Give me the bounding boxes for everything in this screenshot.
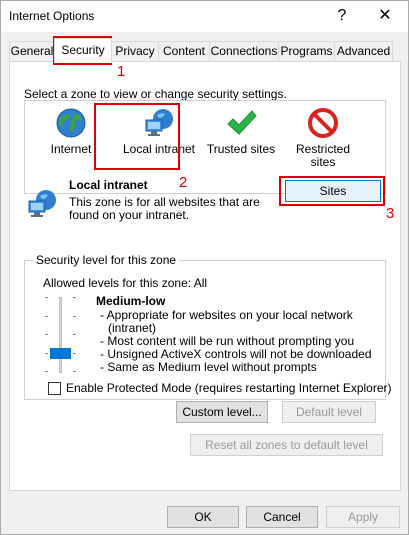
zone-label-internet: Internet: [50, 142, 92, 156]
level-description-line: - Unsigned ActiveX controls will not be …: [100, 347, 372, 361]
slider-tick: [73, 371, 76, 372]
level-description-line: - Same as Medium level without prompts: [100, 360, 317, 374]
protected-mode-label[interactable]: Enable Protected Mode (requires restarti…: [66, 381, 392, 395]
annotation-number: 1: [117, 63, 126, 80]
slider-thumb[interactable]: [50, 348, 71, 359]
slider-tick: [45, 297, 48, 298]
zone-prompt: Select a zone to view or change security…: [24, 87, 287, 101]
tab-connections[interactable]: Connections: [209, 41, 279, 62]
annotation-box-local-intranet: [94, 103, 180, 170]
title-bar: Internet Options ? ✕: [1, 1, 408, 32]
level-description-line: - Appropriate for websites on your local…: [100, 308, 353, 322]
annotation-number: 3: [386, 205, 395, 222]
tab-strip: General Security Privacy Content Connect…: [9, 38, 401, 63]
level-description-line: (intranet): [108, 321, 157, 335]
intranet-icon: [28, 190, 56, 217]
tab-security[interactable]: Security: [54, 38, 112, 63]
no-entry-icon: [308, 108, 338, 138]
tab-general[interactable]: General: [9, 41, 55, 62]
zone-label-trusted-sites: Trusted sites: [206, 142, 276, 156]
level-description-line: - Most content will be run without promp…: [100, 334, 355, 348]
slider-tick: [73, 353, 76, 354]
allowed-levels-label: Allowed levels for this zone: All: [43, 276, 208, 290]
ok-button[interactable]: OK: [167, 506, 239, 528]
slider-track: [59, 297, 62, 373]
tab-privacy[interactable]: Privacy: [111, 41, 159, 62]
slider-tick: [45, 371, 48, 372]
window-title: Internet Options: [9, 9, 95, 23]
slider-tick: [45, 334, 48, 335]
custom-level-button[interactable]: Custom level...: [176, 401, 268, 423]
security-tab-panel: Select a zone to view or change security…: [9, 61, 401, 491]
close-button[interactable]: ✕: [371, 4, 399, 28]
tab-content[interactable]: Content: [158, 41, 210, 62]
selected-zone-title: Local intranet: [69, 178, 148, 192]
help-button[interactable]: ?: [328, 4, 356, 28]
selected-zone-description-line1: This zone is for all websites that are: [69, 195, 260, 209]
annotation-box-sites-button: [279, 176, 385, 206]
tab-programs[interactable]: Programs: [278, 41, 335, 62]
zone-restricted-sites[interactable]: Restricted sites: [280, 107, 366, 169]
slider-tick: [73, 297, 76, 298]
protected-mode-checkbox[interactable]: [48, 382, 61, 395]
apply-button[interactable]: Apply: [326, 506, 400, 528]
slider-tick: [73, 334, 76, 335]
tab-advanced[interactable]: Advanced: [334, 41, 393, 62]
zone-label-restricted-line2: sites: [310, 155, 336, 169]
slider-tick: [73, 316, 76, 317]
slider-tick: [45, 316, 48, 317]
selected-zone-description-line2: found on your intranet.: [69, 208, 190, 222]
security-level-slider[interactable]: [43, 297, 79, 373]
checkmark-icon: [227, 110, 257, 135]
slider-tick: [45, 353, 48, 354]
security-level-legend: Security level for this zone: [33, 253, 180, 267]
internet-options-dialog: Internet Options ? ✕ General Security Pr…: [0, 0, 409, 535]
reset-all-zones-button[interactable]: Reset all zones to default level: [190, 434, 383, 456]
annotation-number: 2: [179, 174, 188, 191]
security-level-group: Security level for this zone Allowed lev…: [24, 253, 386, 400]
zone-trusted-sites[interactable]: Trusted sites: [198, 107, 284, 156]
default-level-button[interactable]: Default level: [282, 401, 376, 423]
cancel-button[interactable]: Cancel: [246, 506, 318, 528]
security-level-name: Medium-low: [96, 294, 166, 308]
globe-icon: [56, 108, 86, 138]
